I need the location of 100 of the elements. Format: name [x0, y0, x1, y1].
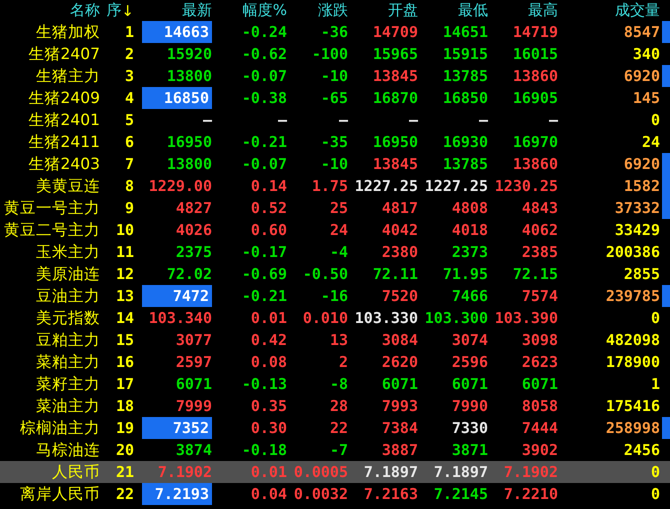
- table-cell: 17: [116, 375, 134, 393]
- table-cell: 0.30: [250, 419, 287, 437]
- table-row[interactable]: 美黄豆连 8 1229.00 0.14 1.75 1227.25 1227.25 1230.25 1582: [0, 175, 670, 197]
- table-cell: 1229.00: [148, 177, 212, 195]
- table-cell: 0.010: [302, 309, 348, 327]
- table-cell: —: [202, 111, 212, 129]
- table-cell: 生猪2403: [28, 154, 100, 174]
- table-cell: 200386: [606, 243, 660, 261]
- table-cell: -0.24: [242, 23, 287, 41]
- table-cell: 13845: [372, 155, 418, 173]
- table-row[interactable]: 生猪2411 6 16950 -0.21 -35 16950 16930 16970 24: [0, 131, 670, 153]
- table-row[interactable]: 美元指数 14 103.340 0.01 0.010 103.330 103.300 103.390 0: [0, 307, 670, 329]
- table-cell: 13845: [372, 67, 418, 85]
- column-header[interactable]: 最新: [182, 1, 212, 20]
- table-cell: 2375: [176, 243, 212, 261]
- table-cell: 8: [124, 177, 134, 195]
- table-cell: 菜粕主力: [36, 352, 100, 372]
- table-cell: 人民币: [52, 462, 100, 482]
- table-cell: -10: [320, 155, 348, 173]
- column-header[interactable]: 序: [106, 1, 122, 20]
- table-row[interactable]: 豆油主力 13 7472 -0.21 -16 7520 7466 7574 239785: [0, 285, 670, 307]
- table-cell: -4: [330, 243, 348, 261]
- table-cell: 5: [124, 111, 134, 129]
- column-header[interactable]: 最高: [528, 1, 558, 20]
- table-cell: 0.60: [250, 221, 287, 239]
- table-cell: 2: [124, 45, 134, 63]
- table-cell: 7.2193: [142, 483, 212, 505]
- table-cell: 4817: [382, 199, 418, 217]
- table-cell: 0.0005: [294, 463, 348, 481]
- table-cell: 1.75: [312, 177, 348, 195]
- table-cell: 马棕油连: [36, 440, 100, 460]
- table-cell: 103.390: [494, 309, 558, 327]
- table-cell: 7.1902: [504, 463, 558, 481]
- table-row[interactable]: 生猪2403 7 13800 -0.07 -10 13845 13785 13860 6920: [0, 153, 670, 175]
- table-cell: 2385: [522, 243, 558, 261]
- table-cell: 6920: [624, 67, 660, 85]
- table-cell: 1: [124, 23, 134, 41]
- table-row[interactable]: 生猪2409 4 16850 -0.38 -65 16870 16850 16905 145: [0, 87, 670, 109]
- table-cell: 0: [650, 485, 660, 503]
- table-cell: 4042: [382, 221, 418, 239]
- table-cell: 72.02: [166, 265, 212, 283]
- table-cell: 3902: [522, 441, 558, 459]
- table-cell: 0.52: [250, 199, 287, 217]
- table-row[interactable]: 生猪主力 3 13800 -0.07 -10 13845 13785 13860 6920: [0, 65, 670, 87]
- column-header[interactable]: 成交量: [615, 1, 660, 20]
- table-cell: 0.42: [250, 331, 287, 349]
- table-row[interactable]: 菜籽主力 17 6071 -0.13 -8 6071 6071 6071 1: [0, 373, 670, 395]
- table-cell: 1: [650, 375, 660, 393]
- table-row[interactable]: 生猪2407 2 15920 -0.62 -100 15965 15915 16015 340: [0, 43, 670, 65]
- table-cell: -35: [320, 133, 348, 151]
- table-row[interactable]: 美原油连 12 72.02 -0.69 -0.50 72.11 71.95 72.15 2855: [0, 263, 670, 285]
- column-header[interactable]: 涨跌: [318, 1, 348, 20]
- table-cell: 生猪2409: [28, 88, 100, 108]
- table-cell: 豆粕主力: [36, 330, 100, 350]
- table-row[interactable]: 黄豆二号主力 10 4026 0.60 24 4042 4018 4062 33429: [0, 219, 670, 241]
- column-header[interactable]: 幅度%: [242, 1, 287, 20]
- table-row[interactable]: 人民币 21 7.1902 0.01 0.0005 7.1897 7.1897 7.1902 0: [0, 461, 670, 483]
- table-cell: 21: [116, 463, 134, 481]
- table-cell: 1230.25: [494, 177, 558, 195]
- table-cell: 16930: [442, 133, 488, 151]
- table-cell: 0.01: [250, 309, 287, 327]
- table-cell: 4018: [452, 221, 488, 239]
- table-cell: 16970: [512, 133, 558, 151]
- table-cell: 3074: [452, 331, 488, 349]
- column-header[interactable]: 最低: [458, 1, 488, 20]
- table-cell: -65: [320, 89, 348, 107]
- table-cell: 16015: [512, 45, 558, 63]
- table-row[interactable]: 生猪2401 5 — — — — — — 0: [0, 109, 670, 131]
- table-cell: 4: [124, 89, 134, 107]
- table-cell: 美原油连: [36, 264, 100, 284]
- table-cell: 2597: [176, 353, 212, 371]
- table-cell: 13860: [512, 155, 558, 173]
- table-row[interactable]: 马棕油连 20 3874 -0.18 -7 3887 3871 3902 2456: [0, 439, 670, 461]
- table-row[interactable]: 菜粕主力 16 2597 0.08 2 2620 2596 2623 178900: [0, 351, 670, 373]
- table-row[interactable]: 离岸人民币 22 7.2193 0.04 0.0032 7.2163 7.2145 7.2210 0: [0, 483, 670, 505]
- table-cell: 14709: [372, 23, 418, 41]
- table-cell: 14651: [442, 23, 488, 41]
- column-header[interactable]: 名称: [70, 1, 100, 20]
- table-cell: 7472: [142, 285, 212, 307]
- table-row[interactable]: 豆粕主力 15 3077 0.42 13 3084 3074 3098 482098: [0, 329, 670, 351]
- table-cell: 33429: [614, 221, 660, 239]
- column-header[interactable]: 开盘: [388, 1, 418, 20]
- table-row[interactable]: 菜油主力 18 7999 0.35 28 7993 7990 8058 175416: [0, 395, 670, 417]
- table-row[interactable]: 棕榈油主力 19 7352 0.30 22 7384 7330 7444 258998: [0, 417, 670, 439]
- table-row[interactable]: 黄豆一号主力 9 4827 0.52 25 4817 4808 4843 37332: [0, 197, 670, 219]
- table-cell: 16950: [166, 133, 212, 151]
- table-row[interactable]: 生猪加权 1 14663 -0.24 -36 14709 14651 14719 8547: [0, 21, 670, 43]
- table-row[interactable]: 玉米主力 11 2375 -0.17 -4 2380 2373 2385 200386: [0, 241, 670, 263]
- table-cell: 7.1897: [434, 463, 488, 481]
- table-cell: 2623: [522, 353, 558, 371]
- table-cell: -10: [320, 67, 348, 85]
- table-cell: 482098: [606, 331, 660, 349]
- table-cell: 7574: [522, 287, 558, 305]
- table-cell: 175416: [606, 397, 660, 415]
- table-cell: 13: [116, 287, 134, 305]
- table-cell: 0.01: [250, 463, 287, 481]
- table-cell: 20: [116, 441, 134, 459]
- table-cell: 2: [338, 353, 348, 371]
- table-cell: 3871: [452, 441, 488, 459]
- table-cell: 0.08: [250, 353, 287, 371]
